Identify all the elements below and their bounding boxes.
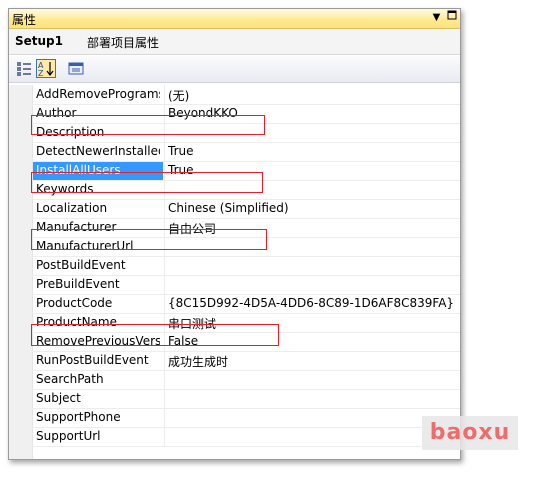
property-row[interactable]: SupportUrl: [32, 427, 460, 447]
toolbar: A Z: [9, 56, 460, 83]
watermark: baoxu: [422, 416, 518, 450]
property-name: ProductCode: [36, 296, 113, 310]
title-bar: 属性 ▼: [9, 9, 460, 29]
property-name: Subject: [36, 391, 81, 405]
property-value[interactable]: Chinese (Simplified): [168, 201, 289, 215]
property-name: RunPostBuildEvent: [36, 353, 149, 367]
property-row[interactable]: SupportPhone: [32, 408, 460, 428]
svg-text:Z: Z: [38, 69, 44, 77]
property-name: PostBuildEvent: [36, 258, 126, 272]
highlight-box-productname: [31, 324, 279, 346]
property-value[interactable]: True: [168, 144, 194, 158]
property-name: Localization: [36, 201, 108, 215]
categorized-icon[interactable]: [14, 59, 34, 78]
property-value[interactable]: {8C15D992-4D5A-4DD6-8C89-1D6AF8C839FA}: [168, 296, 454, 310]
property-row[interactable]: AddRemoveProgramsIcon (无): [32, 85, 460, 105]
property-name: SupportPhone: [36, 410, 121, 424]
property-value[interactable]: 成功生成时: [168, 353, 228, 370]
window-title: 属性: [12, 13, 37, 27]
object-name: Setup1: [15, 34, 63, 48]
property-row[interactable]: PostBuildEvent: [32, 256, 460, 276]
object-description: 部署项目属性: [87, 36, 160, 50]
property-row[interactable]: SearchPath: [32, 370, 460, 390]
property-name: AddRemoveProgramsIcon: [36, 87, 160, 101]
maximize-icon[interactable]: [444, 10, 459, 25]
dropdown-icon[interactable]: ▼: [429, 10, 444, 25]
property-row[interactable]: PreBuildEvent: [32, 275, 460, 295]
object-selector[interactable]: Setup1 部署项目属性: [9, 29, 460, 55]
property-name: SupportUrl: [36, 429, 101, 443]
property-row[interactable]: Localization Chinese (Simplified): [32, 199, 460, 219]
property-name: DetectNewerInstalledVersion: [36, 144, 160, 158]
property-row[interactable]: DetectNewerInstalledVersion True: [32, 142, 460, 162]
property-row[interactable]: RunPostBuildEvent 成功生成时: [32, 351, 460, 371]
highlight-box-manufacturer: [31, 229, 267, 250]
highlight-box-author: [31, 115, 265, 135]
property-pages-icon[interactable]: [66, 59, 86, 78]
highlight-box-installallusers: [31, 172, 263, 193]
properties-window: 属性 ▼ Setup1 部署项目属性 A Z AddRemoveProgram …: [8, 8, 461, 460]
property-row[interactable]: ProductCode {8C15D992-4D5A-4DD6-8C89-1D6A…: [32, 294, 460, 314]
alphabetical-icon[interactable]: A Z: [36, 59, 56, 78]
property-value[interactable]: (无): [168, 87, 189, 104]
property-row[interactable]: Subject: [32, 389, 460, 409]
property-name: SearchPath: [36, 372, 104, 386]
property-name: PreBuildEvent: [36, 277, 120, 291]
grid-gutter: [9, 85, 33, 459]
property-grid: AddRemoveProgramsIcon(无) AuthorBeyondKKO…: [9, 85, 460, 459]
